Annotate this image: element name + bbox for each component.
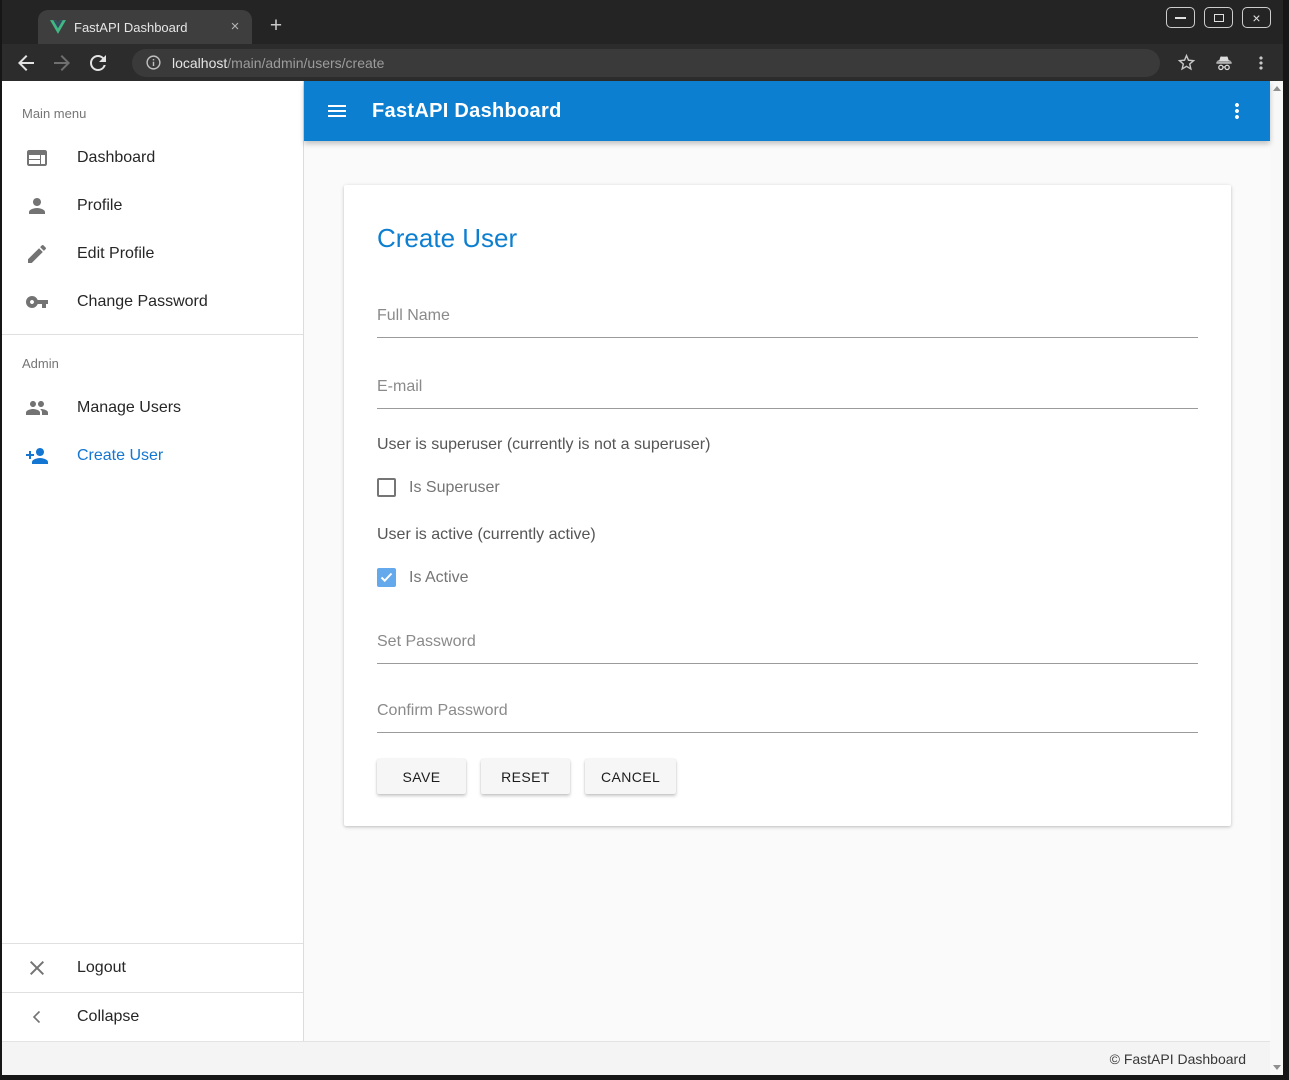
save-button[interactable]: SAVE <box>377 759 466 794</box>
page-title: Create User <box>377 223 1198 253</box>
page-scrollbar[interactable] <box>1270 81 1283 1075</box>
sidebar-item-label: Manage Users <box>77 399 181 417</box>
sidebar-item-change-password[interactable]: Change Password <box>2 278 303 326</box>
sidebar-divider <box>2 334 303 335</box>
scroll-down-icon[interactable] <box>1273 1065 1281 1070</box>
sidebar-item-label: Dashboard <box>77 149 155 167</box>
browser-toolbar: localhost/main/admin/users/create <box>2 44 1283 81</box>
set-password-input[interactable] <box>377 629 1198 663</box>
sidebar-item-label: Collapse <box>77 1008 139 1026</box>
vue-logo-icon <box>50 19 66 35</box>
people-icon <box>25 396 49 420</box>
full-name-input[interactable] <box>377 303 1198 337</box>
url-path: /main/admin/users/create <box>227 55 384 71</box>
key-icon <box>25 290 49 314</box>
sidebar-item-create-user[interactable]: Create User <box>2 432 303 480</box>
create-user-card: Create User User is superuser (currently… <box>344 185 1231 826</box>
minimize-button[interactable] <box>1166 7 1195 28</box>
main-area: FastAPI Dashboard Create User <box>304 81 1270 1041</box>
dashboard-icon <box>25 146 49 170</box>
is-superuser-label: Is Superuser <box>409 479 500 497</box>
copyright-text: © FastAPI Dashboard <box>1110 1051 1246 1067</box>
appbar: FastAPI Dashboard <box>304 81 1270 141</box>
url-host: localhost <box>172 55 227 71</box>
reset-button[interactable]: RESET <box>481 759 570 794</box>
sidebar-section-main-menu: Main menu <box>2 81 303 134</box>
is-superuser-checkbox[interactable] <box>377 478 396 497</box>
sidebar-item-manage-users[interactable]: Manage Users <box>2 384 303 432</box>
full-name-field-wrap <box>377 303 1198 338</box>
web-page: Main menu Dashboard Profile Edit Profile <box>2 81 1283 1075</box>
sidebar: Main menu Dashboard Profile Edit Profile <box>2 81 304 1041</box>
close-icon <box>25 956 49 980</box>
sidebar-item-label: Logout <box>77 959 126 977</box>
email-field-wrap <box>377 374 1198 409</box>
new-tab-button[interactable]: + <box>264 14 288 38</box>
checkmark-icon <box>380 572 393 583</box>
sidebar-item-label: Create User <box>77 447 163 465</box>
sidebar-item-label: Profile <box>77 197 122 215</box>
browser-menu-icon[interactable] <box>1251 53 1271 73</box>
browser-titlebar: FastAPI Dashboard × + × <box>2 0 1283 44</box>
sidebar-section-admin: Admin <box>2 343 303 384</box>
page-footer: © FastAPI Dashboard <box>2 1041 1270 1075</box>
sidebar-bottom: Logout Collapse <box>2 943 303 1041</box>
maximize-icon <box>1214 14 1224 22</box>
maximize-button[interactable] <box>1204 7 1233 28</box>
close-icon: × <box>1252 11 1260 25</box>
confirm-password-field-wrap <box>377 698 1198 733</box>
pencil-icon <box>25 242 49 266</box>
forward-icon[interactable] <box>50 51 74 75</box>
person-icon <box>25 194 49 218</box>
superuser-hint: User is superuser (currently is not a su… <box>377 435 1198 454</box>
person-add-icon <box>25 444 49 468</box>
close-window-button[interactable]: × <box>1242 7 1271 28</box>
browser-tab[interactable]: FastAPI Dashboard × <box>38 10 252 44</box>
sidebar-item-label: Edit Profile <box>77 245 154 263</box>
cancel-button[interactable]: CANCEL <box>585 759 676 794</box>
url-text: localhost/main/admin/users/create <box>172 55 384 71</box>
sidebar-item-profile[interactable]: Profile <box>2 182 303 230</box>
reload-icon[interactable] <box>86 51 110 75</box>
sidebar-item-collapse[interactable]: Collapse <box>2 993 303 1041</box>
appbar-title: FastAPI Dashboard <box>372 100 562 123</box>
tab-close-icon[interactable]: × <box>226 18 244 36</box>
address-bar[interactable]: localhost/main/admin/users/create <box>132 49 1160 77</box>
confirm-password-input[interactable] <box>377 698 1198 732</box>
is-active-label: Is Active <box>409 569 469 587</box>
is-active-checkbox[interactable] <box>377 568 396 587</box>
email-input[interactable] <box>377 374 1198 408</box>
browser-window: FastAPI Dashboard × + × localhost/main/a… <box>0 0 1289 1080</box>
active-checkbox-row: Is Active <box>377 568 1198 587</box>
back-icon[interactable] <box>14 51 38 75</box>
site-info-icon[interactable] <box>145 54 162 71</box>
hamburger-menu-icon[interactable] <box>325 99 349 123</box>
incognito-icon <box>1213 52 1235 74</box>
sidebar-item-edit-profile[interactable]: Edit Profile <box>2 230 303 278</box>
window-controls: × <box>1166 7 1271 28</box>
appbar-more-icon[interactable] <box>1225 99 1249 123</box>
content-area: Create User User is superuser (currently… <box>304 141 1270 1041</box>
scroll-up-icon[interactable] <box>1273 86 1281 91</box>
active-hint: User is active (currently active) <box>377 525 1198 544</box>
form-buttons: SAVE RESET CANCEL <box>377 759 1198 794</box>
sidebar-item-dashboard[interactable]: Dashboard <box>2 134 303 182</box>
bookmark-star-icon[interactable] <box>1176 52 1197 73</box>
toolbar-right <box>1176 52 1271 74</box>
password-field-wrap <box>377 629 1198 664</box>
sidebar-item-logout[interactable]: Logout <box>2 944 303 992</box>
sidebar-item-label: Change Password <box>77 293 208 311</box>
chevron-left-icon <box>25 1005 49 1029</box>
tab-title: FastAPI Dashboard <box>74 20 226 35</box>
minimize-icon <box>1175 17 1186 19</box>
superuser-checkbox-row: Is Superuser <box>377 478 1198 497</box>
